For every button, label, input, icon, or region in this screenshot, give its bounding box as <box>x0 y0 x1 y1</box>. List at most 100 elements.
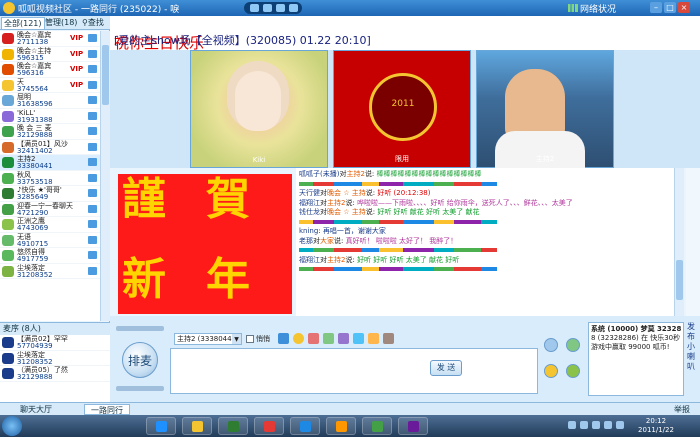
emoji-icon[interactable] <box>293 333 304 344</box>
message-sender[interactable]: 天行健 <box>299 189 320 197</box>
taskbar-app-button[interactable] <box>182 417 212 435</box>
user-list[interactable]: 晚会☆嘉宾 2711138 VIP 晚会☆主持 596315 VIP 晚会☆嘉宾 596316… <box>0 31 100 321</box>
taskbar-app-button[interactable] <box>398 417 428 435</box>
taskbar-app-button[interactable] <box>326 417 356 435</box>
user-row[interactable]: 【满员01】风沙 32411402 <box>0 140 100 155</box>
tab-current-room[interactable]: 一路同行 <box>84 404 130 415</box>
send-button[interactable]: 发 送 <box>430 360 462 376</box>
taskbar-app-button[interactable] <box>218 417 248 435</box>
font-icon[interactable] <box>278 333 289 344</box>
image-icon[interactable] <box>353 333 364 344</box>
tab-all-users[interactable]: 全部(121) <box>1 17 45 29</box>
mic-slider[interactable] <box>116 386 164 391</box>
tab-admins[interactable]: 管理(18) <box>43 17 79 29</box>
video-camera-3[interactable]: 主持2 <box>476 50 614 169</box>
message-recipient[interactable]: 大家 <box>320 237 334 245</box>
queue-row[interactable]: 尘埃落定 31208352 <box>0 351 110 366</box>
user-row[interactable]: 'KiLL' 31931388 <box>0 109 100 124</box>
clock[interactable]: 20:12 2011/1/22 <box>636 417 676 435</box>
private-checkbox[interactable] <box>246 335 254 343</box>
gift-icon[interactable] <box>308 333 319 344</box>
help-icon[interactable] <box>289 4 298 12</box>
skin-icon[interactable] <box>250 4 259 12</box>
user-row[interactable]: 晚会☆嘉宾 596316 VIP <box>0 62 100 78</box>
user-row[interactable]: 秋风 33753518 <box>0 171 100 186</box>
taskbar-app-button[interactable] <box>290 417 320 435</box>
tray-icon[interactable] <box>580 421 588 429</box>
user-list-scrollbar[interactable] <box>100 31 110 321</box>
scrollbar-thumb[interactable] <box>676 260 683 300</box>
taskbar-app-button[interactable] <box>146 417 176 435</box>
clear-icon[interactable] <box>383 333 394 344</box>
message-input[interactable] <box>170 348 538 394</box>
tab-chat-hall[interactable]: 聊天大厅 <box>14 404 58 415</box>
chat-messages[interactable]: 呱呱子(未播)对主持2说: 棒棒棒棒棒棒棒棒棒棒棒棒棒棒棒 天行健对晚会 ☆ 主持… <box>296 168 674 316</box>
tray-icon[interactable] <box>592 421 600 429</box>
user-row[interactable]: 主持2 33380441 <box>0 155 100 171</box>
message-recipient[interactable]: 主持2 <box>327 199 345 207</box>
queue-mic-button[interactable]: 排麦 <box>122 342 158 378</box>
user-id: 4721290 <box>17 208 49 217</box>
mail-icon[interactable] <box>276 4 285 12</box>
chat-target-select[interactable]: 主持2 (33380441) ▼ <box>174 333 242 345</box>
mic-control: 排麦 <box>114 320 169 398</box>
game-icon[interactable] <box>566 338 580 352</box>
message-sender[interactable]: 福翔江 <box>299 199 320 207</box>
start-button[interactable] <box>2 416 22 436</box>
color-bar <box>434 248 454 252</box>
message-recipient[interactable]: 主持2 <box>327 256 345 264</box>
flower-icon[interactable] <box>323 333 334 344</box>
close-button[interactable]: × <box>678 2 690 13</box>
record-icon[interactable] <box>368 333 379 344</box>
settings-icon[interactable] <box>263 4 272 12</box>
private-toggle[interactable]: 悄悄 <box>246 333 270 345</box>
message-to-word: 对 <box>320 255 327 264</box>
mic-queue-list[interactable]: 【满员02】罕罕 57704939 尘埃落定 31208352 （满员05）了然 3212… <box>0 335 110 382</box>
camera-icon <box>88 80 97 89</box>
video-camera-1[interactable]: Kiki <box>190 50 328 168</box>
user-row[interactable]: 天 3745564 VIP <box>0 78 100 93</box>
screenshot-icon[interactable] <box>338 333 349 344</box>
message-recipient[interactable]: 晚会 ☆ 主持 <box>327 208 366 216</box>
network-icon[interactable] <box>616 421 624 429</box>
scrollbar-thumb[interactable] <box>102 45 109 105</box>
color-bar <box>334 219 362 224</box>
user-row[interactable]: 无语 4910715 <box>0 233 100 248</box>
user-row[interactable]: 晚会☆嘉宾 2711138 VIP <box>0 31 100 47</box>
tray-icon[interactable] <box>568 421 576 429</box>
message-recipient[interactable]: 主持2 <box>346 170 364 178</box>
taskbar-app-button[interactable] <box>362 417 392 435</box>
volume-icon[interactable] <box>604 421 612 429</box>
user-row[interactable]: ♪快乐 ★'哥哥' 3285649 <box>0 186 100 202</box>
chat-scrollbar[interactable] <box>674 168 684 316</box>
queue-row[interactable]: 【满员02】罕罕 57704939 <box>0 335 110 351</box>
message-sender[interactable]: 呱呱子(未播) <box>299 170 339 178</box>
tab-search[interactable]: ⚲查找 <box>80 17 106 29</box>
minimize-button[interactable]: – <box>650 2 662 13</box>
publish-horn-button[interactable]: 发布小喇叭 <box>684 322 698 396</box>
message-sender[interactable]: 老那 <box>299 237 313 245</box>
mic-queue-header: 麦序 (8人) <box>0 323 110 335</box>
message-sender[interactable]: 福翔江 <box>299 256 320 264</box>
music-icon[interactable] <box>544 364 558 378</box>
message-sender[interactable]: kning <box>299 227 318 235</box>
user-row[interactable]: 悠然自得 4917759 <box>0 248 100 264</box>
user-row[interactable]: 尘埃落定 31208352 <box>0 264 100 279</box>
user-row[interactable]: 正洲之鹰 4743069 <box>0 217 100 233</box>
color-bar <box>334 181 362 186</box>
user-row[interactable]: 迎春一宁一春聊天 4721290 <box>0 202 100 217</box>
maximize-button[interactable]: □ <box>664 2 676 13</box>
message-sender[interactable]: 钱仕龙 <box>299 208 320 216</box>
taskbar-app-button[interactable] <box>254 417 284 435</box>
video-camera-2[interactable]: 2011 限用 <box>333 50 471 168</box>
user-row[interactable]: 屈明 31638596 <box>0 93 100 109</box>
volume-slider[interactable] <box>116 326 164 331</box>
settings-icon[interactable] <box>544 338 558 352</box>
report-button[interactable]: 举报 <box>668 404 696 415</box>
user-row[interactable]: 晚会☆主持 596315 VIP <box>0 47 100 62</box>
message-recipient[interactable]: 晚会 ☆ 主持 <box>327 189 366 197</box>
user-row[interactable]: 晚 会 三 麦 32129888 <box>0 124 100 140</box>
queue-row[interactable]: （满员05）了然 32129888 <box>0 366 110 382</box>
chevron-down-icon[interactable]: ▼ <box>232 334 241 344</box>
shop-icon[interactable] <box>566 364 580 378</box>
